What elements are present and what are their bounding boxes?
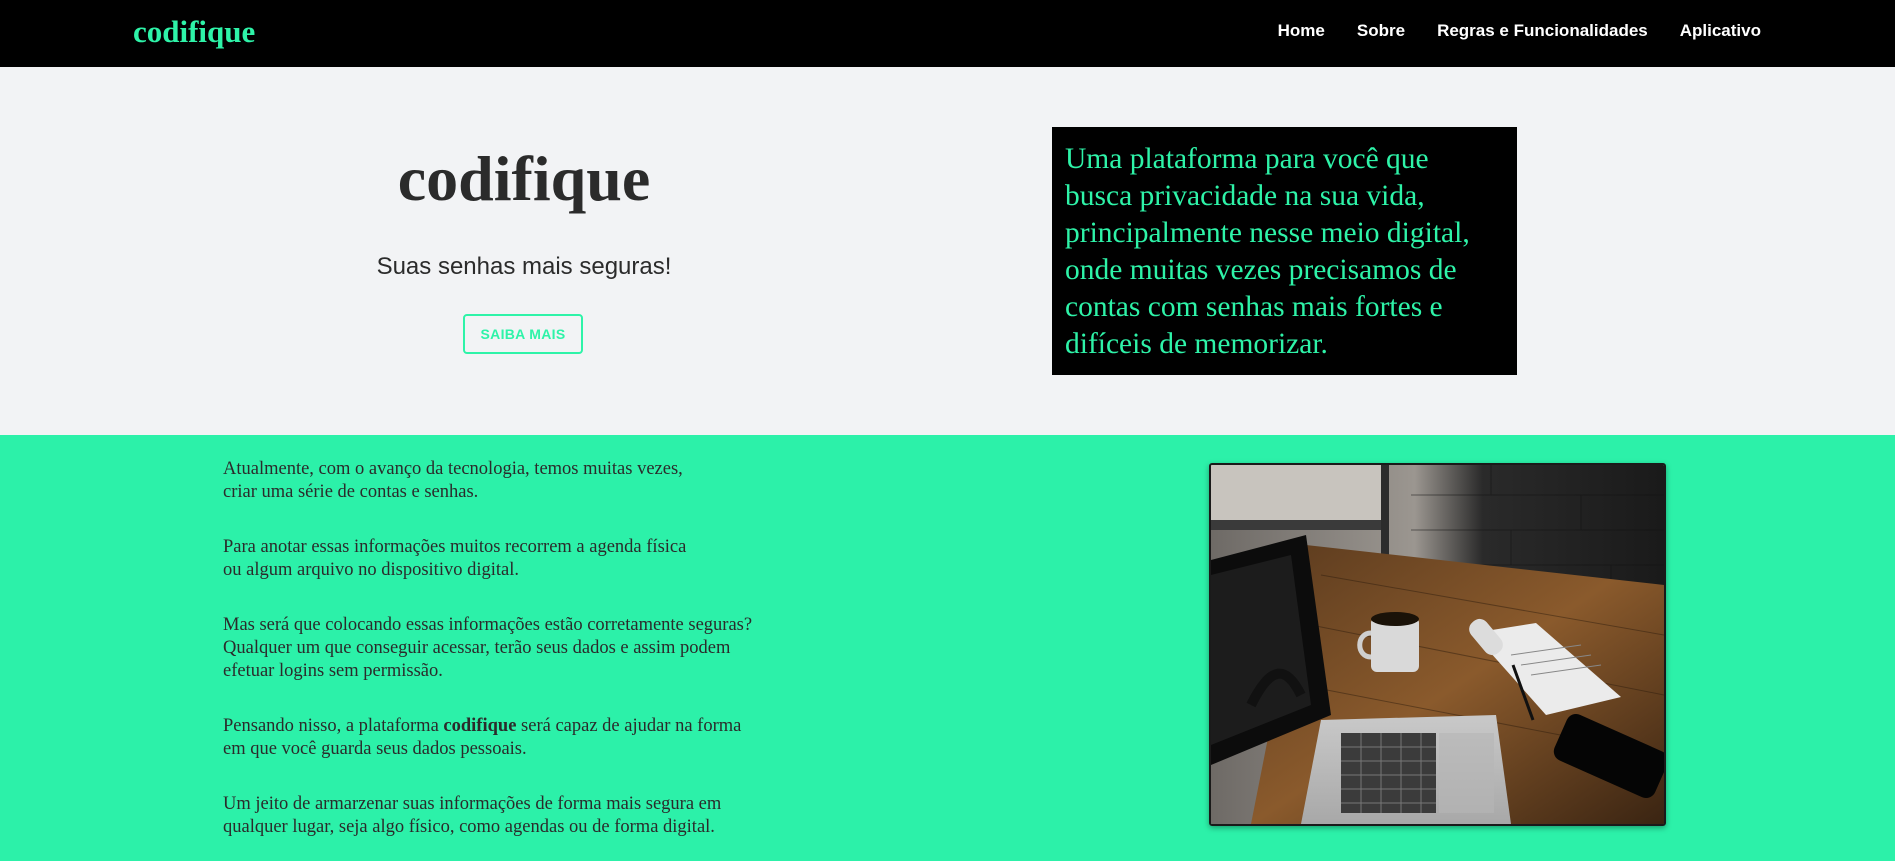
about-paragraph-5: Um jeito de armarzenar suas informações … <box>223 794 722 837</box>
nav-links: Home Sobre Regras e Funcionalidades Apli… <box>1278 22 1761 39</box>
hero-description-text: Uma plataforma para você que busca priva… <box>1065 141 1507 363</box>
nav-link-sobre[interactable]: Sobre <box>1357 22 1405 39</box>
hero-description-box: Uma plataforma para você que busca priva… <box>1052 127 1517 375</box>
hero-description-line: contas com senhas mais fortes e <box>1065 291 1443 323</box>
navbar: codifique Home Sobre Regras e Funcionali… <box>0 0 1895 67</box>
about-paragraph-2: Para anotar essas informações muitos rec… <box>223 537 687 580</box>
hero-description-line: difíceis de memorizar. <box>1065 328 1328 360</box>
about-paragraph-4-start: Pensando nisso, a plataforma <box>223 716 444 736</box>
hero-description-line: busca privacidade na sua vida, <box>1065 180 1425 212</box>
nav-link-aplicativo[interactable]: Aplicativo <box>1680 22 1761 39</box>
hero-subtitle: Suas senhas mais seguras! <box>376 253 672 280</box>
nav-link-regras[interactable]: Regras e Funcionalidades <box>1437 22 1648 39</box>
saiba-mais-button[interactable]: SAIBA MAIS <box>463 314 583 354</box>
about-paragraph-4: Pensando nisso, a plataforma codifique s… <box>223 715 823 761</box>
about-brand-mention: codifique <box>443 716 517 736</box>
about-paragraph-3: Mas será que colocando essas informações… <box>223 615 753 681</box>
about-paragraph-1: Atualmente, com o avanço da tecnologia, … <box>223 459 683 502</box>
nav-link-home[interactable]: Home <box>1278 22 1325 39</box>
hero-section: codifique Suas senhas mais seguras! SAIB… <box>0 67 1895 435</box>
hero-title: codifique <box>397 143 651 214</box>
desk-laptop-photo <box>1209 463 1666 826</box>
brand-logo-link[interactable]: codifique <box>133 16 255 47</box>
about-section: Atualmente, com o avanço da tecnologia, … <box>0 435 1895 861</box>
about-text: Atualmente, com o avanço da tecnologia, … <box>223 458 823 861</box>
hero-description-line: onde muitas vezes precisamos de <box>1065 254 1457 286</box>
hero-description-line: principalmente nesse meio digital, <box>1065 217 1470 249</box>
hero-description-line: Uma plataforma para você que <box>1065 143 1429 175</box>
